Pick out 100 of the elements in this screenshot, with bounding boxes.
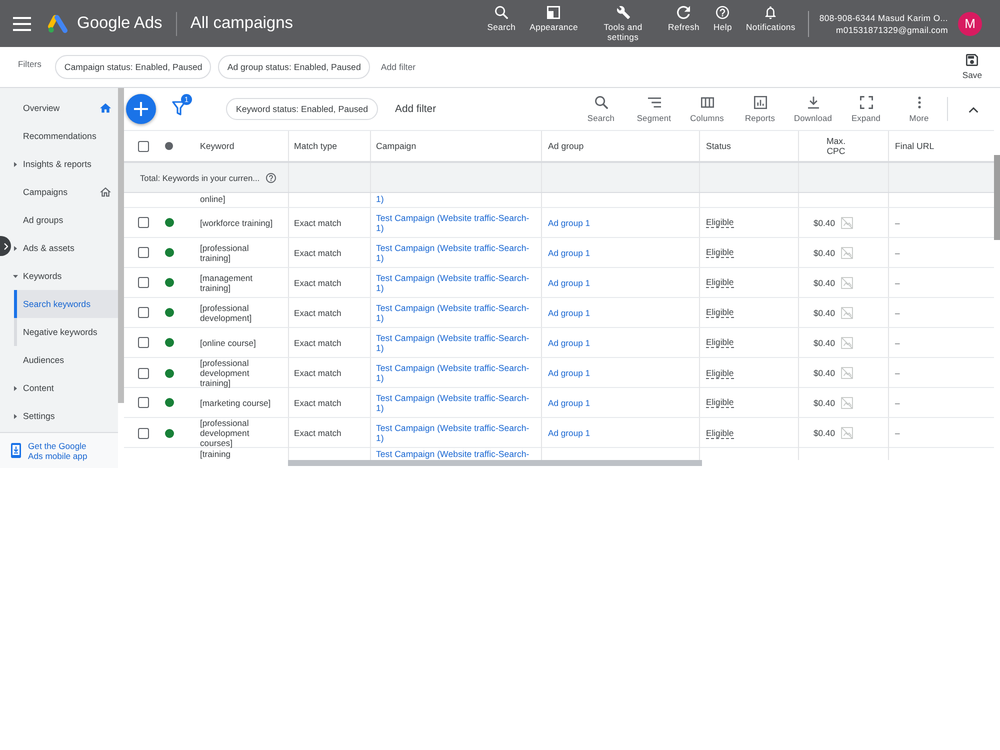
scrollbar-thumb[interactable] (994, 155, 1000, 240)
campaign-link[interactable]: Test Campaign (Website traffic-Search-1) (376, 302, 532, 322)
sidebar-item[interactable]: Audiences (12, 346, 118, 374)
header-button[interactable]: Help (708, 6, 737, 32)
sidebar-label: Ad groups (23, 215, 64, 225)
chevron-up-icon (968, 106, 978, 112)
checkbox[interactable] (138, 397, 149, 408)
column-header[interactable]: Campaign (376, 141, 416, 151)
help-icon[interactable] (266, 172, 276, 182)
account-email: m01531871329@gmail.com (836, 24, 948, 36)
final-url-text: – (895, 428, 900, 438)
match-type-text: Exact match (294, 428, 342, 438)
final-url-text: – (895, 278, 900, 288)
account-name: 808-908-6344 Masud Karim O... (819, 12, 948, 24)
toolbar-button[interactable]: Download (789, 96, 837, 122)
checkbox[interactable] (138, 217, 149, 228)
column-header[interactable]: Keyword (200, 141, 234, 151)
status-text: Eligible (706, 307, 734, 318)
status-dot-icon[interactable] (165, 142, 173, 150)
ad-group-link[interactable]: Ad group 1 (548, 218, 590, 228)
filter-icon[interactable] (172, 101, 186, 116)
menu-button[interactable] (13, 16, 31, 30)
checkbox[interactable] (138, 247, 149, 258)
sidebar-item[interactable]: Overview (12, 94, 118, 122)
header-button[interactable]: Appearance (524, 6, 584, 32)
final-url-text: – (895, 218, 900, 228)
sidebar-item[interactable]: Ads & assets (12, 234, 118, 262)
avatar[interactable]: M (958, 12, 982, 36)
ad-group-link[interactable]: Ad group 1 (548, 398, 590, 408)
save-button[interactable]: Save (962, 54, 982, 80)
ad-group-link[interactable]: Ad group 1 (548, 278, 590, 288)
checkbox[interactable] (138, 428, 149, 438)
column-header[interactable]: Match type (294, 141, 338, 151)
ad-group-link[interactable]: Ad group 1 (548, 368, 590, 378)
sidebar-label: Settings (23, 411, 55, 421)
campaign-link[interactable]: Test Campaign (Website traffic-Search-1) (376, 212, 532, 232)
checkbox[interactable] (138, 277, 149, 288)
keyword-text: [professional training] (200, 242, 250, 262)
header-button[interactable]: Tools and settings (587, 6, 660, 42)
scrollbar-thumb[interactable] (288, 460, 702, 466)
ad-group-link[interactable]: Ad group 1 (548, 338, 590, 348)
column-header[interactable]: Status (706, 141, 731, 151)
sidebar-item[interactable]: Content (12, 374, 118, 402)
checkbox[interactable] (138, 307, 149, 318)
final-url-text: – (895, 368, 900, 378)
header-button[interactable]: Search (482, 6, 521, 32)
sidebar-item[interactable]: Search keywords (14, 290, 118, 318)
scrollbar-thumb[interactable] (118, 88, 124, 403)
checkbox[interactable] (138, 337, 149, 348)
toolbar-button[interactable]: Segment (630, 96, 678, 122)
select-all-checkbox[interactable] (138, 140, 149, 152)
column-header[interactable]: Final URL (895, 141, 934, 151)
ad-group-link[interactable]: Ad group 1 (548, 308, 590, 318)
filter-chip[interactable]: Campaign status: Enabled, Paused (55, 55, 212, 79)
campaign-link[interactable]: 1) (376, 194, 532, 204)
ad-group-link[interactable]: Ad group 1 (548, 248, 590, 258)
toolbar-button[interactable]: More (895, 96, 943, 122)
sidebar-label: Audiences (23, 355, 64, 365)
sidebar-item[interactable]: Insights & reports (12, 150, 118, 178)
ad-group-link[interactable]: Ad group 1 (548, 428, 590, 438)
add-filter-button[interactable]: Add filter (378, 62, 418, 72)
sidebar-item[interactable]: Keywords (12, 262, 118, 290)
layout-icon (547, 6, 560, 19)
app-name: Google Ads (77, 14, 162, 33)
home-icon[interactable] (100, 103, 111, 113)
toolbar-button[interactable]: Reports (736, 96, 784, 122)
sidebar-label: Recommendations (23, 131, 96, 141)
filters-label: Filters (18, 59, 42, 69)
column-header[interactable]: Ad group (548, 141, 584, 151)
max-cpc-text: $0.40 (813, 428, 835, 438)
column-header[interactable]: Max. CPC (826, 136, 846, 156)
search-icon (494, 6, 508, 19)
filter-chip[interactable]: Keyword status: Enabled, Paused (226, 98, 378, 120)
phone-download-icon (11, 443, 21, 458)
add-filter-button[interactable]: Add filter (392, 104, 440, 114)
no-image-icon (841, 276, 853, 288)
total-label: Total: Keywords in your curren... (140, 172, 260, 182)
checkbox[interactable] (138, 368, 149, 378)
campaign-link[interactable]: Test Campaign (Website traffic-Search- (376, 449, 532, 459)
toolbar-button[interactable]: Columns (683, 96, 731, 122)
campaign-link[interactable]: Test Campaign (Website traffic-Search-1) (376, 423, 532, 443)
chevron-right-icon (4, 242, 8, 250)
filter-chip[interactable]: Ad group status: Enabled, Paused (218, 55, 370, 79)
campaign-link[interactable]: Test Campaign (Website traffic-Search-1) (376, 272, 532, 292)
toolbar-button[interactable]: Search (577, 96, 625, 122)
keyword-text: online] (200, 194, 226, 204)
header-button[interactable]: Refresh (663, 6, 705, 32)
header-button[interactable]: Notifications (741, 6, 800, 32)
toolbar-button[interactable]: Expand (842, 96, 890, 122)
campaign-link[interactable]: Test Campaign (Website traffic-Search-1) (376, 392, 532, 412)
add-button[interactable] (126, 94, 156, 124)
no-image-icon (841, 336, 853, 348)
campaign-link[interactable]: Test Campaign (Website traffic-Search-1) (376, 332, 532, 352)
sidebar-item[interactable]: Recommendations (12, 122, 118, 150)
campaign-link[interactable]: Test Campaign (Website traffic-Search-1) (376, 363, 532, 383)
sidebar-item[interactable]: Settings (12, 402, 118, 430)
match-type-text: Exact match (294, 398, 342, 408)
sidebar-item[interactable]: Campaigns (12, 178, 118, 206)
campaign-link[interactable]: Test Campaign (Website traffic-Search-1) (376, 242, 532, 262)
sidebar-item[interactable]: Ad groups (12, 206, 118, 234)
